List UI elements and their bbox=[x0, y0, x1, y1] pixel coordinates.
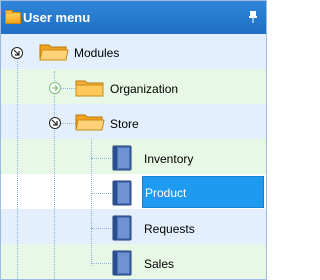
folder-icon bbox=[5, 10, 21, 24]
tree-label-sales: Sales bbox=[144, 257, 175, 271]
tree-line bbox=[91, 158, 111, 159]
tree-label-requests: Requests bbox=[144, 222, 195, 236]
tree-label-inventory: Inventory bbox=[144, 152, 194, 166]
tree-label-product: Product bbox=[145, 186, 187, 200]
tree-row-inventory[interactable] bbox=[1, 139, 266, 174]
book-icon bbox=[112, 180, 132, 206]
open-folder-icon bbox=[75, 112, 105, 132]
tree-line bbox=[17, 58, 18, 279]
collapsed-toggle-icon[interactable] bbox=[49, 82, 61, 94]
panel-title: User menu bbox=[23, 10, 91, 25]
book-icon bbox=[112, 145, 132, 171]
expanded-toggle-icon[interactable] bbox=[49, 117, 61, 129]
panel-header: User menu bbox=[1, 1, 266, 34]
tree-label-organization: Organization bbox=[110, 82, 179, 96]
tree-row-requests[interactable] bbox=[1, 209, 266, 244]
book-icon bbox=[112, 250, 132, 276]
folder-icon bbox=[75, 78, 105, 98]
user-menu-panel: User menu Modules Organization Store Inv… bbox=[0, 0, 267, 280]
tree-line bbox=[91, 193, 111, 194]
expanded-toggle-icon[interactable] bbox=[11, 47, 23, 59]
tree-label-store: Store bbox=[110, 117, 139, 131]
tree-line bbox=[91, 263, 111, 264]
open-folder-icon bbox=[39, 42, 69, 62]
tree-line bbox=[54, 71, 55, 279]
pin-icon[interactable] bbox=[248, 11, 258, 23]
book-icon bbox=[112, 215, 132, 241]
tree-label-modules: Modules bbox=[74, 46, 120, 60]
selected-item-highlight[interactable]: Product bbox=[142, 176, 264, 208]
tree-row-sales[interactable] bbox=[1, 244, 266, 279]
tree-line bbox=[91, 228, 111, 229]
